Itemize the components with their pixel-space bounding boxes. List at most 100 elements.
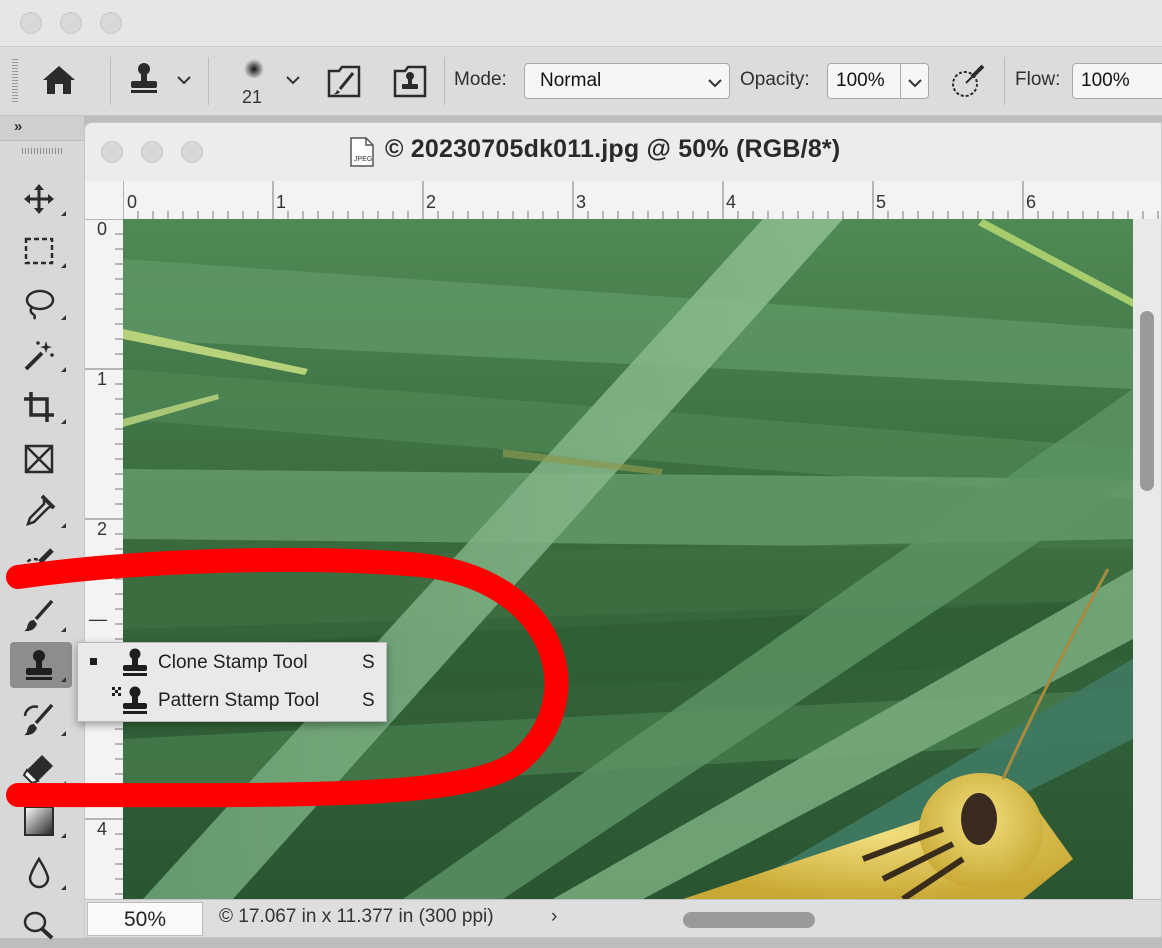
window-titlebar (0, 0, 1162, 47)
pattern-stamp-icon (112, 685, 152, 722)
zoom-level-field[interactable]: 50% (87, 902, 203, 936)
menu-item-pattern-stamp[interactable]: Pattern Stamp Tool S (78, 682, 386, 720)
horizontal-ruler[interactable]: 0 1 2 3 4 5 6 (123, 181, 1161, 220)
opacity-chevron-down-icon[interactable] (907, 76, 923, 92)
document-minimize-button[interactable] (141, 141, 163, 163)
document-close-button[interactable] (101, 141, 123, 163)
healing-brush-icon (23, 548, 54, 579)
options-bar: 21 Mode: Normal Opacity: 100% Flow: 100% (0, 47, 1162, 116)
stamp-tool-flyout-menu: Clone Stamp Tool S Pattern Stamp Tool S (77, 642, 387, 722)
tool-preset-stamp-icon[interactable] (126, 61, 162, 102)
frame-tool[interactable] (10, 436, 72, 482)
crop-tool[interactable] (10, 384, 72, 430)
dodge-tool[interactable] (10, 902, 72, 948)
dodge-icon (23, 911, 54, 940)
menu-item-label: Clone Stamp Tool (158, 652, 308, 673)
marquee-icon (24, 237, 54, 265)
brush-settings-panel-icon[interactable] (326, 63, 362, 104)
menu-item-shortcut: S (362, 652, 375, 673)
tools-panel-header: » (0, 116, 84, 141)
document-window: JPEG © 20230705dk011.jpg @ 50% (RGB/8*) … (84, 122, 1162, 938)
info-menu-chevron-icon[interactable]: › (551, 906, 557, 928)
jpg-file-icon: JPEG (349, 137, 375, 172)
ruler-label: 2 (426, 192, 437, 212)
ruler-label: 2 (97, 519, 108, 539)
menu-item-clone-stamp[interactable]: Clone Stamp Tool S (78, 644, 386, 682)
move-icon (24, 184, 54, 214)
status-bar: 50% © 17.067 in x 11.377 in (300 ppi) › (85, 899, 1161, 937)
vertical-ruler[interactable]: 0 1 2 — 4 (85, 219, 124, 899)
ruler-label: 6 (1026, 192, 1037, 212)
tool-preset-chevron-down-icon[interactable] (176, 73, 192, 89)
tools-panel: » (0, 116, 85, 940)
lasso-tool[interactable] (10, 280, 72, 326)
selected-indicator-icon (90, 658, 97, 665)
brush-size-label: 21 (242, 87, 263, 107)
ruler-label: 0 (97, 219, 108, 239)
svg-text:JPEG: JPEG (354, 156, 372, 163)
horizontal-scrollbar[interactable] (571, 900, 1133, 937)
photo-grass-grasshopper (123, 219, 1133, 899)
move-tool[interactable] (10, 176, 72, 222)
tools-panel-grip[interactable] (22, 148, 62, 154)
pressure-opacity-icon[interactable] (950, 63, 986, 104)
ruler-label: 4 (97, 819, 108, 839)
document-titlebar: JPEG © 20230705dk011.jpg @ 50% (RGB/8*) (85, 123, 1161, 182)
clone-stamp-icon (120, 647, 150, 684)
mode-dropdown[interactable]: Normal (524, 63, 730, 99)
magic-wand-icon (24, 341, 54, 371)
flow-field[interactable]: 100% (1072, 63, 1162, 99)
clone-stamp-icon (26, 650, 52, 680)
ruler-label: — (89, 609, 107, 629)
menu-item-shortcut: S (362, 690, 375, 711)
menu-item-label: Pattern Stamp Tool (158, 690, 320, 711)
ruler-label: 0 (127, 192, 138, 212)
ruler-label: 1 (276, 192, 287, 212)
window-close-button[interactable] (20, 12, 42, 34)
ruler-label: 1 (97, 369, 108, 389)
ruler-label: 5 (876, 192, 887, 212)
opacity-value: 100% (836, 70, 885, 91)
document-info[interactable]: © 17.067 in x 11.377 in (300 ppi) (219, 906, 494, 928)
clone-source-panel-icon[interactable] (392, 63, 428, 104)
gradient-tool[interactable] (10, 798, 72, 844)
magic-wand-tool[interactable] (10, 332, 72, 378)
home-icon[interactable] (40, 63, 78, 102)
gradient-icon (24, 806, 54, 836)
eraser-icon (22, 755, 53, 785)
vertical-scroll-thumb[interactable] (1140, 311, 1154, 491)
lasso-icon (25, 289, 55, 320)
horizontal-scroll-thumb[interactable] (683, 912, 815, 928)
opacity-label: Opacity: (740, 69, 810, 90)
ruler-label: 3 (576, 192, 587, 212)
history-brush-icon (23, 703, 54, 736)
ruler-origin[interactable] (85, 181, 124, 220)
brush-icon (24, 599, 54, 632)
eraser-tool[interactable] (10, 746, 72, 792)
brush-tip-icon[interactable] (240, 57, 268, 86)
options-bar-grip[interactable] (12, 59, 18, 103)
crop-icon (24, 392, 54, 422)
document-zoom-button[interactable] (181, 141, 203, 163)
vertical-scrollbar[interactable] (1133, 219, 1161, 899)
history-brush-tool[interactable] (10, 696, 72, 742)
brush-tool[interactable] (10, 592, 72, 638)
spot-healing-tool[interactable] (10, 540, 72, 586)
clone-stamp-tool[interactable] (10, 642, 72, 688)
mode-chevron-down-icon (707, 76, 723, 92)
mode-dropdown-value: Normal (540, 70, 602, 91)
document-title: © 20230705dk011.jpg @ 50% (RGB/8*) (385, 135, 841, 163)
expand-panel-icon[interactable]: » (14, 118, 22, 135)
rectangular-marquee-tool[interactable] (10, 228, 72, 274)
ruler-label: 4 (726, 192, 737, 212)
eyedropper-tool[interactable] (10, 488, 72, 534)
window-minimize-button[interactable] (60, 12, 82, 34)
flow-label: Flow: (1015, 69, 1061, 90)
opacity-field[interactable]: 100% (827, 63, 929, 99)
brush-picker-chevron-down-icon[interactable] (285, 73, 301, 89)
frame-icon (24, 444, 54, 474)
blur-tool[interactable] (10, 850, 72, 896)
window-zoom-button[interactable] (100, 12, 122, 34)
mode-label: Mode: (454, 69, 507, 90)
image-canvas[interactable] (123, 219, 1133, 899)
